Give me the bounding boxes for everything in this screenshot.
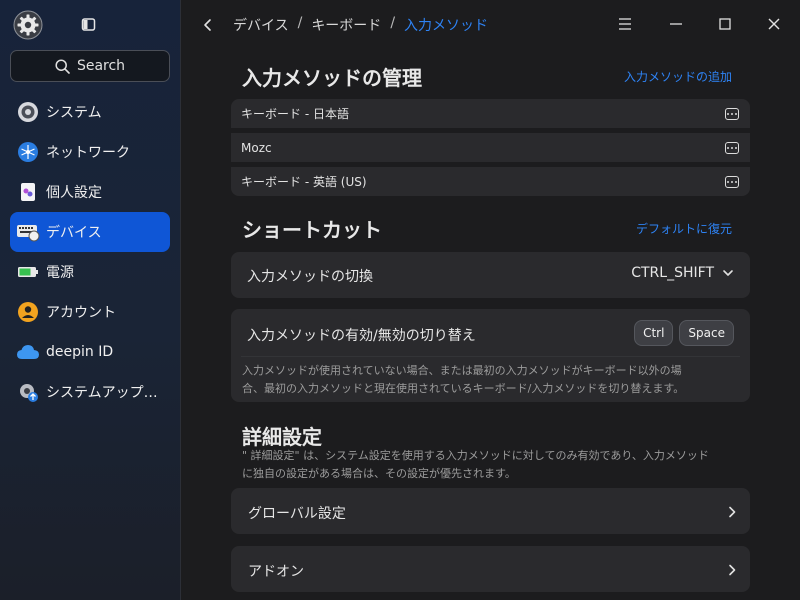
restore-default-link[interactable]: デフォルトに復元	[636, 220, 732, 237]
search-input[interactable]: Search	[10, 50, 170, 82]
toggle-input-method-label: 入力メソッドの有効/無効の切り替え	[247, 328, 476, 344]
switch-input-method-row: 入力メソッドの切換 CTRL_SHIFT	[231, 252, 750, 298]
menu-icon[interactable]	[615, 14, 635, 34]
cloud-icon	[16, 340, 40, 364]
system-update-icon	[16, 380, 40, 404]
switch-input-method-label: 入力メソッドの切換	[247, 269, 373, 285]
network-icon	[16, 140, 40, 164]
sidebar-toggle-icon[interactable]	[81, 17, 97, 31]
breadcrumb-item-input-method: 入力メソッド	[404, 18, 489, 34]
advanced-description-line-1: " 詳細設定" は、システム設定を使用する入力メソッドに対してのみ有効であり、入…	[242, 449, 709, 462]
sidebar-item-account[interactable]: アカウント	[10, 292, 170, 332]
account-icon	[16, 300, 40, 324]
sidebar-item-power[interactable]: 電源	[10, 252, 170, 292]
chevron-right-icon	[729, 564, 736, 576]
device-icon	[16, 220, 40, 244]
breadcrumb-separator: /	[297, 15, 303, 31]
sidebar-item-label: デバイス	[46, 225, 102, 241]
settings-gear-logo-icon	[13, 10, 43, 40]
breadcrumb-item-keyboard[interactable]: キーボード	[311, 15, 381, 35]
advanced-description-line-2: に独自の設定がある場合は、その設定が優先されます。	[242, 467, 516, 480]
key-ctrl: Ctrl	[634, 320, 674, 346]
sidebar-item-device[interactable]: デバイス	[10, 212, 170, 252]
input-method-item[interactable]: キーボード - 日本語	[231, 99, 750, 128]
toggle-description-line-2: 合、最初の入力メソッドと現在使用されているキーボード/入力メソッドを切り替えます…	[242, 382, 685, 395]
addon-label: アドオン	[248, 564, 304, 580]
search-placeholder: Search	[76, 58, 126, 74]
input-method-name: キーボード - 日本語	[241, 107, 349, 121]
input-method-item[interactable]: キーボード - 英語 (US)	[231, 167, 750, 196]
divider	[241, 356, 740, 357]
advanced-section-title: 詳細設定	[242, 425, 322, 449]
minimize-icon[interactable]	[666, 14, 686, 34]
switch-shortcut-value: CTRL_SHIFT	[631, 265, 714, 281]
sidebar-item-label: システムアップ…	[46, 385, 158, 401]
more-options-icon[interactable]	[725, 141, 739, 154]
toggle-description-line-1: 入力メソッドが使用されていない場合、または最初の入力メソッドがキーボード以外の場	[242, 364, 682, 377]
input-method-section-title: 入力メソッドの管理	[242, 66, 422, 90]
breadcrumb-separator: /	[390, 15, 396, 31]
sidebar: Search システム ネットワーク 個人設定 デバイス 電源 アカウント de…	[0, 0, 181, 600]
input-method-name: Mozc	[241, 140, 272, 155]
sidebar-item-label: アカウント	[46, 305, 116, 321]
main-panel: デバイス / キーボード / 入力メソッド 入力メソッドの管理 入力メソッドの追…	[181, 0, 800, 600]
more-options-icon[interactable]	[725, 175, 739, 188]
input-method-item[interactable]: Mozc	[231, 133, 750, 162]
toggle-shortcut-keys[interactable]: Ctrl Space	[628, 320, 734, 346]
sidebar-item-system-update[interactable]: システムアップ…	[10, 372, 170, 412]
switch-shortcut-dropdown[interactable]: CTRL_SHIFT	[631, 265, 734, 281]
power-icon	[16, 260, 40, 284]
global-settings-label: グローバル設定	[248, 506, 346, 522]
add-input-method-link[interactable]: 入力メソッドの追加	[624, 68, 732, 85]
sidebar-item-label: deepin ID	[46, 344, 114, 360]
system-icon	[16, 100, 40, 124]
back-arrow-icon[interactable]	[201, 16, 215, 34]
sidebar-item-deepin-id[interactable]: deepin ID	[10, 332, 170, 372]
global-settings-row[interactable]: グローバル設定	[231, 488, 750, 534]
sidebar-item-network[interactable]: ネットワーク	[10, 132, 170, 172]
sidebar-item-label: 個人設定	[46, 185, 102, 201]
sidebar-item-label: システム	[46, 105, 102, 121]
input-method-name: キーボード - 英語 (US)	[241, 175, 367, 189]
personalization-icon	[16, 180, 40, 204]
more-options-icon[interactable]	[725, 107, 739, 120]
sidebar-item-label: 電源	[46, 265, 74, 281]
key-space: Space	[679, 320, 734, 346]
addon-row[interactable]: アドオン	[231, 546, 750, 592]
shortcut-section-title: ショートカット	[242, 218, 382, 242]
sidebar-item-system[interactable]: システム	[10, 92, 170, 132]
search-icon	[55, 58, 70, 74]
breadcrumb: デバイス / キーボード / 入力メソッド	[233, 15, 488, 35]
sidebar-item-personalization[interactable]: 個人設定	[10, 172, 170, 212]
sidebar-item-label: ネットワーク	[46, 145, 130, 161]
chevron-down-icon	[723, 270, 733, 276]
close-icon[interactable]	[764, 14, 784, 34]
maximize-icon[interactable]	[715, 14, 735, 34]
breadcrumb-item-device[interactable]: デバイス	[233, 15, 289, 35]
sidebar-nav: システム ネットワーク 個人設定 デバイス 電源 アカウント deepin ID…	[10, 92, 170, 412]
chevron-right-icon	[729, 506, 736, 518]
